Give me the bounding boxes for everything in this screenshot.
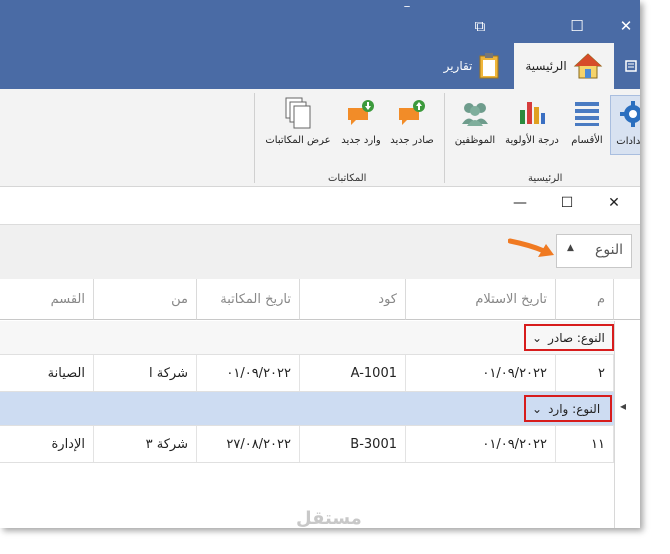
group-row-label[interactable]: ⌄ النوع: وارد: [524, 395, 612, 422]
pointer-arrow-icon: [508, 238, 554, 257]
child-close-button[interactable]: ✕: [602, 193, 626, 213]
chat-up-icon: [399, 100, 425, 125]
group-by-panel: ▲ النوع: [0, 224, 640, 281]
data-grid: م تاريخ الاستلام كود تاريخ المكاتبة من ا…: [0, 279, 640, 528]
group-label-main: الرئيسية: [528, 173, 563, 184]
group-label-letters: المكاتبات: [328, 173, 367, 184]
column-header-letter-date[interactable]: تاريخ المكاتبة: [197, 279, 300, 320]
tab-partial[interactable]: [620, 43, 640, 89]
title-bar: ــ ⧉ ☐ ✕ الرئيسية تقارير: [0, 0, 640, 89]
sort-arrow-icon: ▲: [567, 243, 574, 253]
cell-code: B-3001: [300, 426, 406, 462]
group-by-type-chip[interactable]: ▲ النوع: [556, 234, 632, 268]
title-marker: ــ: [404, 0, 410, 10]
tab-reports-label: تقارير: [443, 59, 473, 73]
group-by-type-label: النوع: [595, 242, 623, 258]
new-outgoing-button[interactable]: صادر جديد: [386, 95, 438, 153]
expand-icon: ⌄: [532, 401, 543, 416]
clipboard-icon: [479, 53, 499, 79]
bar-chart-icon: [520, 102, 545, 124]
cell-from: شركة ٣: [94, 426, 197, 462]
restore-button[interactable]: ⧉: [468, 14, 492, 38]
view-letters-label: عرض المكاتبات: [265, 135, 331, 146]
table-row[interactable]: ٢ ٠١/٠٩/٢٠٢٢ A-1001 ٠١/٠٩/٢٠٢٢ شركة ا ال…: [0, 355, 614, 392]
indicator-column-border: [614, 321, 615, 528]
cell-from: شركة ا: [94, 355, 197, 391]
group-label-incoming: النوع: وارد: [548, 401, 601, 416]
settings-button-label: إعدادات: [616, 136, 640, 147]
group-row-incoming[interactable]: ⌄ النوع: وارد: [0, 392, 614, 426]
departments-button-label: الأقسام: [571, 135, 603, 146]
app-window: ــ ⧉ ☐ ✕ الرئيسية تقارير دادات الأقسام د…: [0, 0, 640, 528]
priority-button[interactable]: درجة الأولوية: [502, 95, 562, 153]
header-corner: [614, 279, 640, 320]
document-icon: [625, 60, 637, 72]
child-window: — ☐ ✕ ▲ النوع م تاريخ الاستلام كود تاريخ…: [0, 187, 640, 528]
group-separator: [254, 93, 255, 183]
cell-letter-date: ٢٧/٠٨/٢٠٢٢: [197, 426, 300, 462]
gear-icon: [620, 101, 640, 127]
child-minimize-button[interactable]: —: [508, 193, 532, 213]
ribbon: إعدادات الأقسام: [0, 89, 640, 187]
group-row-outgoing[interactable]: ⌄ النوع: صادر: [0, 321, 614, 355]
list-icon: [575, 102, 599, 126]
close-button[interactable]: ✕: [614, 14, 638, 38]
new-incoming-label: وارد جديد: [341, 135, 381, 146]
home-icon: [573, 53, 602, 79]
cell-received-date: ٠١/٠٩/٢٠٢٢: [406, 426, 556, 462]
departments-button[interactable]: الأقسام: [566, 95, 608, 153]
cell-department: الصيانة: [0, 355, 94, 391]
cell-department: الإدارة: [0, 426, 94, 462]
tab-reports[interactable]: تقارير: [432, 43, 512, 89]
child-maximize-button[interactable]: ☐: [555, 193, 579, 213]
tab-home[interactable]: الرئيسية: [514, 43, 614, 89]
copy-icon: [285, 97, 311, 129]
group-row-label[interactable]: ⌄ النوع: صادر: [524, 324, 614, 351]
new-outgoing-label: صادر جديد: [390, 135, 434, 146]
settings-button[interactable]: إعدادات: [610, 95, 640, 155]
expand-icon: ⌄: [532, 330, 543, 345]
table-row[interactable]: ١١ ٠١/٠٩/٢٠٢٢ B-3001 ٢٧/٠٨/٢٠٢٢ شركة ٣ ا…: [0, 426, 614, 463]
cell-number: ٢: [556, 355, 614, 391]
column-header-code[interactable]: كود: [300, 279, 406, 320]
cell-received-date: ٠١/٠٩/٢٠٢٢: [406, 355, 556, 391]
new-incoming-button[interactable]: وارد جديد: [336, 95, 386, 153]
group-separator: [444, 93, 445, 183]
tab-home-label: الرئيسية: [525, 59, 567, 73]
employees-button[interactable]: الموظفين: [450, 95, 500, 153]
people-icon: [462, 103, 488, 126]
row-indicator-icon: ◂: [620, 399, 627, 413]
view-letters-button[interactable]: عرض المكاتبات: [262, 95, 334, 153]
chat-down-icon: [348, 100, 374, 125]
group-label-outgoing: النوع: صادر: [548, 330, 605, 345]
cell-code: A-1001: [300, 355, 406, 391]
watermark: مستقل: [296, 508, 362, 529]
employees-button-label: الموظفين: [454, 135, 496, 146]
priority-button-label: درجة الأولوية: [505, 135, 559, 146]
column-header-from[interactable]: من: [94, 279, 197, 320]
cell-letter-date: ٠١/٠٩/٢٠٢٢: [197, 355, 300, 391]
column-header-number[interactable]: م: [556, 279, 614, 320]
maximize-button[interactable]: ☐: [565, 14, 589, 38]
cell-number: ١١: [556, 426, 614, 462]
column-header-department[interactable]: القسم: [0, 279, 94, 320]
column-header-received-date[interactable]: تاريخ الاستلام: [406, 279, 556, 320]
